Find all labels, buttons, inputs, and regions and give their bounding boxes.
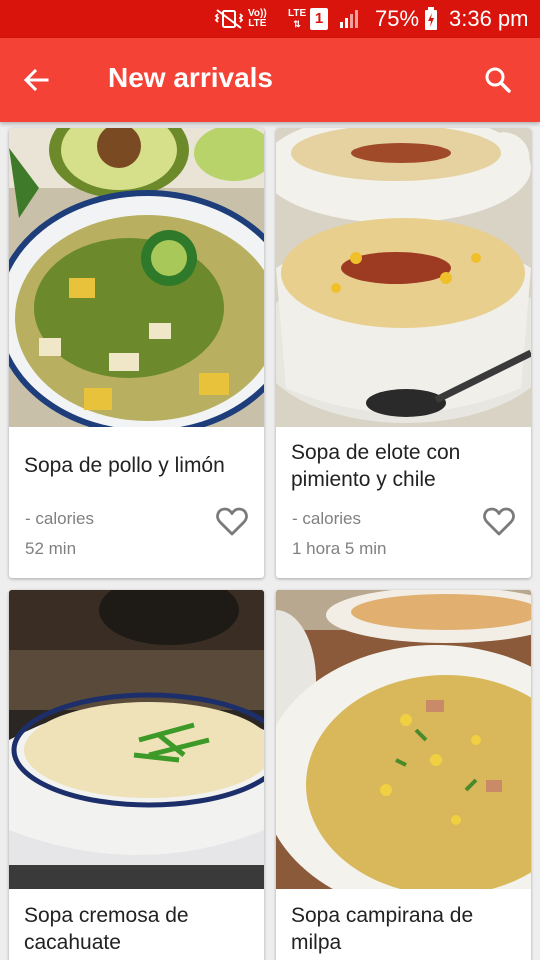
- battery-charging-icon: [424, 0, 438, 38]
- app-bar: New arrivals: [0, 38, 540, 122]
- recipe-calories: - calories: [25, 509, 94, 528]
- recipe-photo: [276, 128, 531, 427]
- network-type-label: LTE: [288, 8, 307, 19]
- recipe-photo: [9, 128, 264, 427]
- arrow-back-icon: [23, 68, 49, 92]
- recipe-name: Sopa campirana de milpa: [291, 904, 474, 954]
- search-button[interactable]: [476, 58, 520, 102]
- recipe-time: 52 min: [25, 539, 77, 558]
- recipe-name: Sopa de elote con pimiento y chile: [291, 441, 461, 491]
- sim-icon: 1: [310, 0, 328, 38]
- back-button[interactable]: [14, 58, 58, 102]
- heart-outline-icon: [216, 507, 248, 536]
- recipe-card[interactable]: Sopa campirana de milpa: [276, 590, 531, 960]
- recipe-name: Sopa de pollo y limón: [24, 454, 225, 477]
- heart-outline-icon: [483, 507, 515, 536]
- vibrate-icon: [214, 0, 244, 38]
- recipe-time: 1 hora 5 min: [292, 539, 387, 558]
- search-icon: [485, 67, 511, 93]
- recipe-calories: - calories: [292, 509, 361, 528]
- recipe-card[interactable]: Sopa cremosa de cacahuate: [9, 590, 264, 960]
- recipe-name: Sopa cremosa de cacahuate: [24, 904, 189, 954]
- recipe-photo: [276, 590, 531, 889]
- sim-slot-label: 1: [310, 8, 328, 30]
- recipe-card[interactable]: Sopa de pollo y limón - calories 52 min: [9, 128, 264, 578]
- volte-sub-label: LTE: [248, 18, 267, 29]
- favorite-button[interactable]: [481, 505, 517, 539]
- lte-data-icon: LTE ⇅: [288, 8, 307, 30]
- recipe-card[interactable]: Sopa de elote con pimiento y chile - cal…: [276, 128, 531, 578]
- favorite-button[interactable]: [214, 505, 250, 539]
- recipe-photo: [9, 590, 264, 889]
- page-title: New arrivals: [108, 62, 273, 93]
- battery-percent: 75%: [375, 6, 420, 31]
- status-bar: Vo)) LTE LTE ⇅ 1 75% 3:36 pm: [0, 0, 540, 38]
- volte-icon: Vo)) LTE: [248, 0, 267, 38]
- signal-icon: [338, 0, 362, 38]
- clock: 3:36 pm: [449, 6, 529, 31]
